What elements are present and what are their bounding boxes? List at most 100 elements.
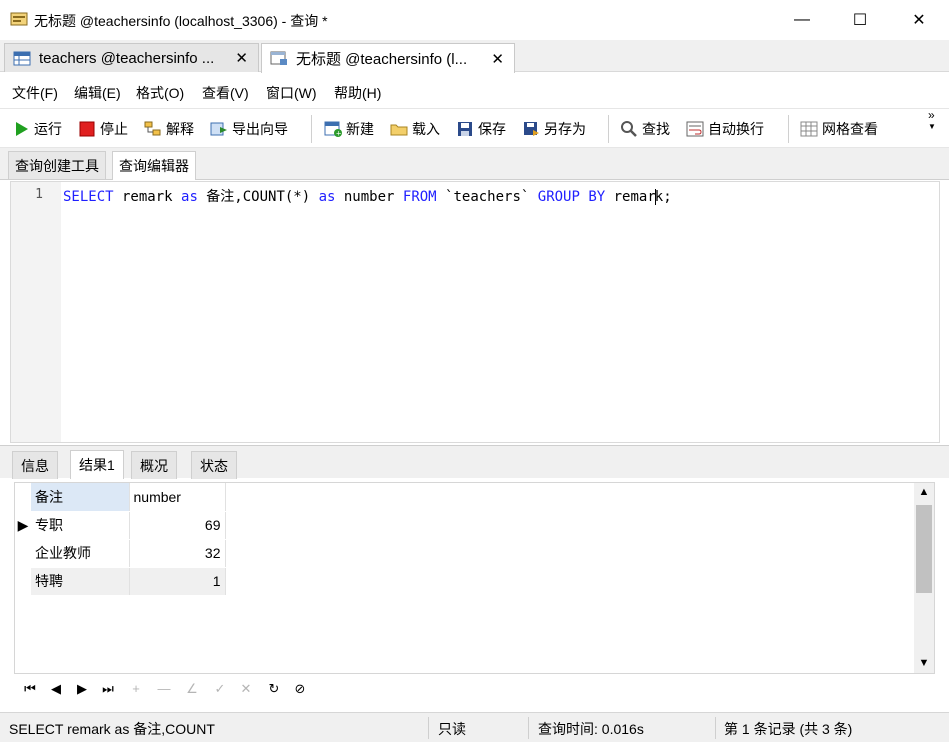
find-button[interactable]: 查找 — [620, 118, 670, 140]
word-wrap-icon — [686, 121, 704, 137]
maximize-icon: ☐ — [852, 12, 868, 29]
play-icon — [16, 122, 28, 136]
run-button[interactable]: 运行 — [12, 118, 62, 140]
cell-number[interactable]: 69 — [129, 511, 226, 540]
new-button[interactable]: + 新建 — [324, 118, 374, 140]
search-icon — [621, 121, 637, 137]
result-grid[interactable]: 备注 number ▶ 专职 69 企业教师 32 特聘 1 ▲ ▼ — [14, 482, 935, 674]
tab-profile[interactable]: 概况 — [131, 451, 177, 479]
toolbar-overflow-icon[interactable]: » ▼ — [928, 109, 936, 132]
word-wrap-label: 自动换行 — [708, 121, 764, 137]
tab-status[interactable]: 状态 — [191, 451, 237, 479]
column-header-number[interactable]: number — [129, 483, 226, 512]
status-sql-text: SELECT remark as 备注,COUNT — [9, 721, 215, 737]
stop-loading-icon[interactable]: ⊘ — [290, 680, 310, 698]
menu-file[interactable]: 文件(F) — [12, 83, 58, 103]
record-navigation-bar: ⏮ ◀ ▶ ⏭ + — ∠ ✓ ✕ ↻ ⊘ — [14, 676, 935, 702]
save-button[interactable]: 保存 — [456, 118, 506, 140]
close-window-button[interactable]: ✕ — [890, 0, 948, 40]
explain-button[interactable]: 解释 — [144, 118, 194, 140]
save-as-button[interactable]: 另存为 — [522, 118, 586, 140]
add-record-icon[interactable]: + — [126, 680, 146, 698]
close-tab-icon[interactable]: ✕ — [491, 50, 504, 68]
apply-changes-icon[interactable]: ✓ — [210, 680, 230, 698]
sql-keyword: as — [318, 189, 336, 205]
tab-label: teachers @teachersinfo ... — [39, 49, 215, 67]
minimize-button[interactable]: — — [773, 0, 831, 40]
next-record-icon[interactable]: ▶ — [72, 680, 92, 698]
menu-edit[interactable]: 编辑(E) — [74, 83, 121, 103]
menu-help[interactable]: 帮助(H) — [334, 83, 381, 103]
run-label: 运行 — [34, 121, 62, 137]
save-as-label: 另存为 — [544, 121, 586, 137]
previous-record-icon[interactable]: ◀ — [46, 680, 66, 698]
cell-remark[interactable]: 特聘 — [31, 567, 130, 596]
menu-window[interactable]: 窗口(W) — [266, 83, 317, 103]
scroll-down-icon[interactable]: ▼ — [914, 657, 934, 669]
sql-text: number — [335, 189, 403, 205]
toolbar: 运行 停止 解释 导出向导 + 新建 载入 保存 另存为 查找 自动换行 网格查… — [0, 108, 949, 148]
last-record-icon[interactable]: ⏭ — [98, 680, 118, 698]
grid-view-button[interactable]: 网格查看 — [800, 118, 878, 140]
cell-remark[interactable]: 专职 — [31, 511, 130, 540]
status-separator — [715, 717, 716, 739]
vertical-scrollbar[interactable]: ▲ ▼ — [914, 483, 934, 673]
find-label: 查找 — [642, 121, 670, 137]
sql-keyword: GROUP BY — [537, 189, 606, 205]
dropdown-arrow-icon: ▼ — [928, 122, 936, 131]
export-icon — [210, 122, 227, 136]
status-separator — [428, 717, 429, 739]
sql-text: remark — [113, 189, 182, 205]
scroll-up-icon[interactable]: ▲ — [914, 486, 934, 498]
sql-editor[interactable]: 1 SELECT remark as 备注,COUNT(*) as number… — [10, 181, 940, 443]
grid-icon — [800, 121, 818, 137]
line-number-gutter: 1 — [11, 182, 61, 442]
export-wizard-label: 导出向导 — [232, 121, 288, 137]
word-wrap-button[interactable]: 自动换行 — [686, 118, 764, 140]
svg-text:+: + — [336, 130, 342, 138]
maximize-button[interactable]: ☐ — [831, 0, 889, 40]
menu-view[interactable]: 查看(V) — [202, 83, 249, 103]
row-indicator — [15, 567, 31, 596]
table-row[interactable]: 特聘 1 — [15, 567, 226, 596]
tab-query-editor[interactable]: 查询编辑器 — [112, 151, 196, 180]
close-tab-icon[interactable]: ✕ — [235, 49, 248, 67]
cell-number[interactable]: 1 — [129, 567, 226, 596]
cell-remark[interactable]: 企业教师 — [31, 539, 130, 568]
folder-icon — [390, 124, 408, 136]
sql-text: 备注,COUNT(*) — [197, 189, 319, 205]
table-row[interactable]: ▶ 专职 69 — [15, 511, 226, 540]
tab-teachers[interactable]: teachers @teachersinfo ... ✕ — [4, 43, 259, 72]
sql-code-line[interactable]: SELECT remark as 备注,COUNT(*) as number F… — [63, 186, 672, 206]
tab-result-1[interactable]: 结果1 — [70, 450, 124, 479]
line-number: 1 — [35, 187, 43, 202]
refresh-icon[interactable]: ↻ — [264, 680, 284, 698]
tab-info[interactable]: 信息 — [12, 451, 58, 479]
menu-format[interactable]: 格式(O) — [136, 83, 184, 103]
scroll-thumb[interactable] — [916, 505, 932, 593]
discard-changes-icon[interactable]: ✕ — [236, 680, 256, 698]
sql-keyword: as — [181, 189, 198, 205]
grid-header-row: 备注 number — [15, 483, 226, 512]
table-row[interactable]: 企业教师 32 — [15, 539, 226, 568]
export-wizard-button[interactable]: 导出向导 — [210, 118, 288, 140]
editor-mode-tabs: 查询创建工具 查询编辑器 — [0, 148, 949, 180]
stop-icon — [79, 121, 95, 137]
tab-query-builder[interactable]: 查询创建工具 — [8, 151, 106, 179]
status-record-count: 第 1 条记录 (共 3 条) — [724, 721, 853, 737]
column-header-remark[interactable]: 备注 — [31, 483, 130, 512]
close-icon: ✕ — [912, 12, 926, 29]
tab-untitled-query[interactable]: 无标题 @teachersinfo (l... ✕ — [261, 43, 515, 73]
sql-text: remar — [605, 189, 656, 205]
cell-number[interactable]: 32 — [129, 539, 226, 568]
row-indicator-header — [15, 483, 31, 512]
stop-label: 停止 — [100, 121, 128, 137]
sql-text: k; — [654, 189, 672, 205]
load-button[interactable]: 载入 — [390, 118, 440, 140]
toolbar-separator — [311, 115, 312, 143]
stop-button[interactable]: 停止 — [78, 118, 128, 140]
first-record-icon[interactable]: ⏮ — [20, 680, 40, 698]
delete-record-icon[interactable]: — — [154, 680, 174, 698]
toolbar-separator — [608, 115, 609, 143]
edit-record-icon[interactable]: ∠ — [182, 680, 202, 698]
